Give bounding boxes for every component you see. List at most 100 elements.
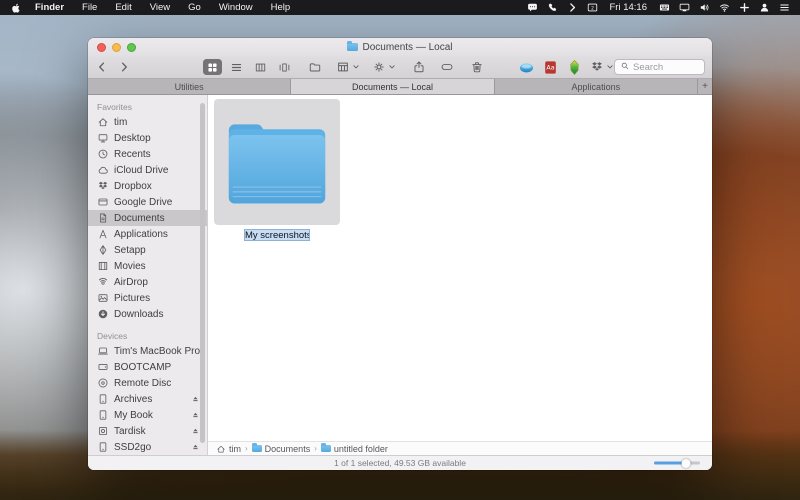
phone-status-icon[interactable] (547, 2, 558, 13)
dropbox-button[interactable] (590, 60, 614, 74)
wifi-status-icon[interactable] (719, 2, 730, 13)
column-view-button[interactable] (251, 59, 270, 75)
eject-icon[interactable] (191, 443, 200, 452)
back-button[interactable] (95, 60, 109, 74)
sidebar-item-remote-disc[interactable]: Remote Disc (88, 375, 207, 391)
sidebar-item-google-drive[interactable]: Google Drive (88, 194, 207, 210)
sidebar-item-icloud-drive[interactable]: iCloud Drive (88, 162, 207, 178)
sidebar-item-my-book[interactable]: My Book (88, 407, 207, 423)
volume-status-icon[interactable] (699, 2, 710, 13)
chevron-status-icon[interactable] (567, 2, 578, 13)
display-status-icon[interactable] (679, 2, 690, 13)
folder-item-selected[interactable] (214, 99, 340, 225)
sidebar-item-tim-s-macbook-pro[interactable]: Tim's MacBook Pro (88, 343, 207, 359)
icon-view-button[interactable] (203, 59, 222, 75)
chat-status-icon[interactable] (527, 2, 538, 13)
sidebar-item-documents[interactable]: Documents (88, 210, 207, 226)
tab-applications[interactable]: Applications (494, 79, 698, 94)
plus-status-icon[interactable] (739, 2, 750, 13)
search-input[interactable] (633, 61, 699, 73)
external-drive-icon (97, 409, 109, 421)
zoom-button[interactable] (127, 42, 136, 52)
sidebar-item-archives[interactable]: Archives (88, 391, 207, 407)
sidebar-item-movies[interactable]: Movies (88, 258, 207, 274)
external-drive-icon (97, 441, 109, 453)
keyboard-status-icon[interactable] (659, 2, 670, 13)
tag-button[interactable] (440, 60, 454, 74)
sidebar-item-label: Google Drive (114, 196, 173, 208)
tardisk-icon (97, 425, 109, 437)
navigation-buttons (95, 60, 131, 74)
eject-icon[interactable] (191, 395, 200, 404)
sidebar-item-desktop[interactable]: Desktop (88, 130, 207, 146)
path-segment-label: tim (229, 443, 241, 454)
menu-view[interactable]: View (141, 2, 179, 13)
share-button[interactable] (412, 60, 426, 74)
sidebar-item-label: SSD2go (114, 441, 152, 453)
sidebar-section-favorites: Favorites (97, 102, 132, 112)
slider-knob[interactable] (681, 458, 691, 468)
list-view-button[interactable] (227, 59, 246, 75)
sidebar-scrollbar[interactable] (200, 103, 205, 443)
path-segment-untitled-folder[interactable]: untitled folder (320, 443, 388, 454)
new-folder-button[interactable] (308, 60, 322, 74)
new-tab-button[interactable]: + (697, 79, 712, 94)
sidebar-item-dropbox[interactable]: Dropbox (88, 178, 207, 194)
title-bar[interactable]: Documents — Local (88, 38, 712, 56)
tab-label: Applications (571, 81, 621, 92)
file-name-input[interactable] (244, 229, 310, 241)
delete-button[interactable] (470, 60, 484, 74)
path-separator-icon: › (314, 444, 317, 453)
menu-finder[interactable]: Finder (26, 2, 73, 13)
icon-size-slider[interactable] (654, 458, 700, 468)
sidebar-item-tim[interactable]: tim (88, 114, 207, 130)
sidebar-item-bootcamp[interactable]: BOOTCAMP (88, 359, 207, 375)
sidebar-item-applications[interactable]: Applications (88, 226, 207, 242)
app-shortcut-red-icon[interactable]: Aa (542, 59, 559, 76)
sidebar-item-label: Documents (114, 212, 165, 224)
menu-go[interactable]: Go (179, 2, 210, 13)
sidebar-item-recents[interactable]: Recents (88, 146, 207, 162)
home-icon (216, 444, 226, 454)
sidebar-item-downloads[interactable]: Downloads (88, 306, 207, 322)
tab-documents-local[interactable]: Documents — Local (291, 79, 495, 94)
path-segment-tim[interactable]: tim (216, 444, 241, 454)
coverflow-view-button[interactable] (275, 59, 294, 75)
tab-utilities[interactable]: Utilities (88, 79, 292, 94)
file-grid[interactable] (208, 95, 712, 441)
group-button[interactable] (336, 60, 360, 74)
app-shortcut-green-icon[interactable] (566, 59, 583, 76)
menu-bar-clock[interactable]: Fri 14:16 (610, 2, 648, 13)
finder-window: Documents — Local Aa Search Utilities Do… (88, 38, 712, 470)
sidebar-item-label: Setapp (114, 244, 146, 256)
close-button[interactable] (97, 42, 106, 52)
sidebar-item-ssd2go[interactable]: SSD2go (88, 439, 207, 455)
home-icon (97, 116, 109, 128)
file-name-edit (214, 229, 340, 241)
window-controls (97, 38, 136, 56)
path-segment-documents[interactable]: Documents (251, 443, 310, 454)
apple-menu-icon[interactable] (10, 2, 22, 14)
pictures-icon (97, 292, 109, 304)
eject-icon[interactable] (191, 427, 200, 436)
sidebar-item-tardisk[interactable]: Tardisk (88, 423, 207, 439)
app-shortcut-blue-icon[interactable] (518, 59, 535, 76)
menu-help[interactable]: Help (262, 2, 300, 13)
user-status-icon[interactable] (759, 2, 770, 13)
menu-bar: Finder File Edit View Go Window Help 2 Fri 14:… (0, 0, 800, 15)
sidebar-item-setapp[interactable]: Setapp (88, 242, 207, 258)
desktop-icon (97, 132, 109, 144)
menu-file[interactable]: File (73, 2, 106, 13)
sidebar-item-airdrop[interactable]: AirDrop (88, 274, 207, 290)
minimize-button[interactable] (112, 42, 121, 52)
menu-window[interactable]: Window (210, 2, 262, 13)
window-2-status-icon[interactable]: 2 (587, 2, 598, 13)
forward-button[interactable] (117, 60, 131, 74)
sidebar-item-pictures[interactable]: Pictures (88, 290, 207, 306)
list-status-icon[interactable] (779, 2, 790, 13)
eject-icon[interactable] (191, 411, 200, 420)
search-field[interactable] (614, 59, 705, 75)
status-icons-right (659, 2, 790, 13)
menu-edit[interactable]: Edit (106, 2, 140, 13)
action-button[interactable] (372, 60, 396, 74)
